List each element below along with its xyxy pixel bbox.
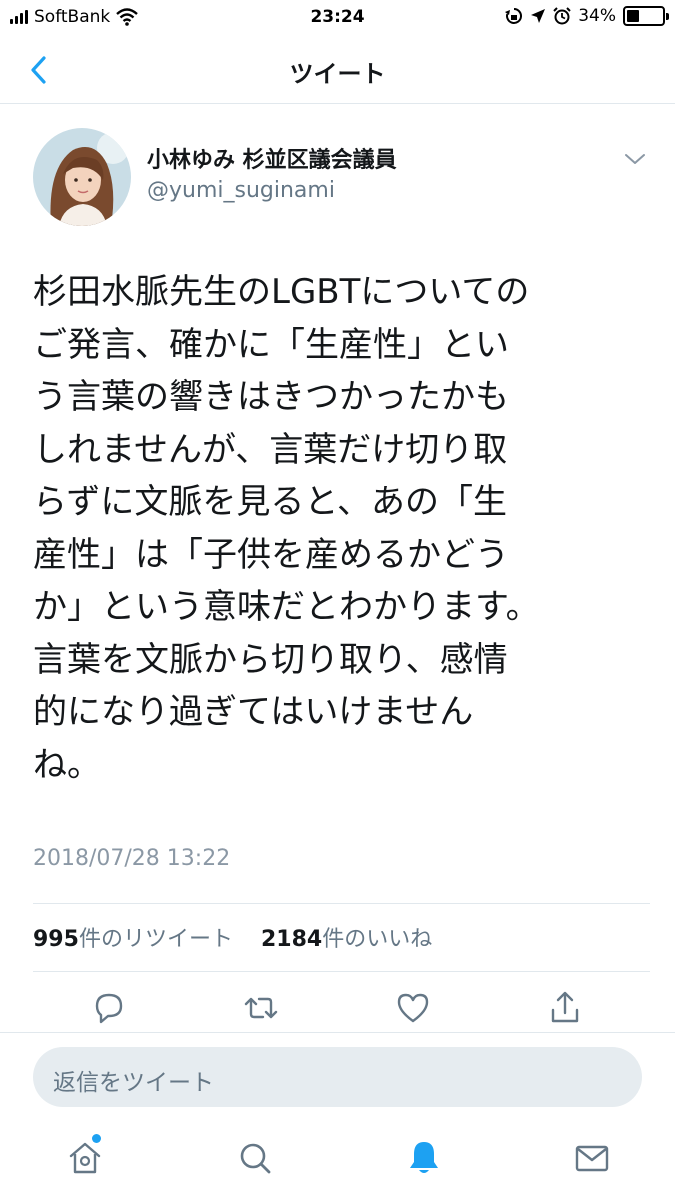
divider [33, 971, 650, 972]
user-handle[interactable]: @yumi_suginami [147, 178, 335, 203]
tweet-text-line: 言葉を文脈から切り取り、感情 [33, 639, 508, 680]
like-stat[interactable]: 2184件のいいね [261, 927, 432, 952]
tweet-text-line: か」という意味だとわかります。 [33, 587, 540, 627]
like-count: 2184 [260, 927, 323, 952]
tweet-text-line: 杉田水脈先生のLGBTについての [33, 272, 530, 312]
tweet-text-line: ね。 [33, 744, 101, 785]
retweet-icon[interactable] [241, 988, 281, 1028]
like-label: 件のいいね [322, 927, 433, 952]
tweet-text-line: 的になり過ぎてはいけません [33, 692, 474, 732]
tweet-stats: 995件のリツイート 2184件のいいね [33, 921, 432, 953]
tweet-timestamp: 2018/07/28 13:22 [33, 846, 231, 871]
divider [33, 903, 650, 904]
tweet-text-line: しれませんが、言葉だけ切り取 [33, 429, 508, 470]
notifications-icon[interactable] [404, 1138, 444, 1178]
status-icons: 34% [505, 6, 669, 26]
retweet-label: 件のリツイート [78, 927, 233, 952]
home-icon[interactable] [65, 1138, 105, 1178]
divider [0, 1032, 675, 1033]
battery-percent: 34% [578, 6, 616, 26]
rotation-lock-icon [505, 8, 523, 24]
tweet-text-line: らずに文脈を見ると、あの「生 [33, 482, 507, 522]
tweet-text: 杉田水脈先生のLGBTについての ご発言、確かに「生産性」とい う言葉の響きはき… [33, 266, 638, 791]
messages-icon[interactable] [572, 1138, 612, 1178]
search-icon[interactable] [235, 1138, 275, 1178]
share-icon[interactable] [545, 988, 585, 1028]
alarm-icon [553, 7, 571, 25]
tweet-header: 小林ゆみ 杉並区議会議員 @yumi_suginami [0, 104, 675, 234]
battery-fill [627, 10, 639, 22]
retweet-count: 995 [33, 927, 79, 952]
unread-dot [92, 1134, 101, 1143]
location-icon [531, 9, 546, 23]
reply-input[interactable]: 返信をツイート [33, 1047, 642, 1107]
tweet-text-line: 産性」は「子供を産めるかどう [33, 534, 509, 575]
page-title: ツイート [289, 60, 386, 88]
chevron-down-icon[interactable] [622, 148, 648, 170]
status-bar: SoftBank 23:24 34% [0, 0, 675, 36]
retweet-stat[interactable]: 995件のリツイート [33, 927, 233, 952]
battery-icon [623, 6, 669, 26]
avatar[interactable] [33, 128, 131, 226]
like-icon[interactable] [393, 988, 433, 1028]
tweet-text-line: ご発言、確かに「生産性」とい [33, 324, 509, 365]
display-name[interactable]: 小林ゆみ 杉並区議会議員 [147, 142, 397, 174]
reply-placeholder: 返信をツイート [53, 1070, 214, 1096]
nav-bar: ツイート [0, 36, 675, 104]
reply-icon[interactable] [89, 988, 129, 1028]
tweet-text-line: う言葉の響きはきつかったかも [33, 377, 509, 417]
